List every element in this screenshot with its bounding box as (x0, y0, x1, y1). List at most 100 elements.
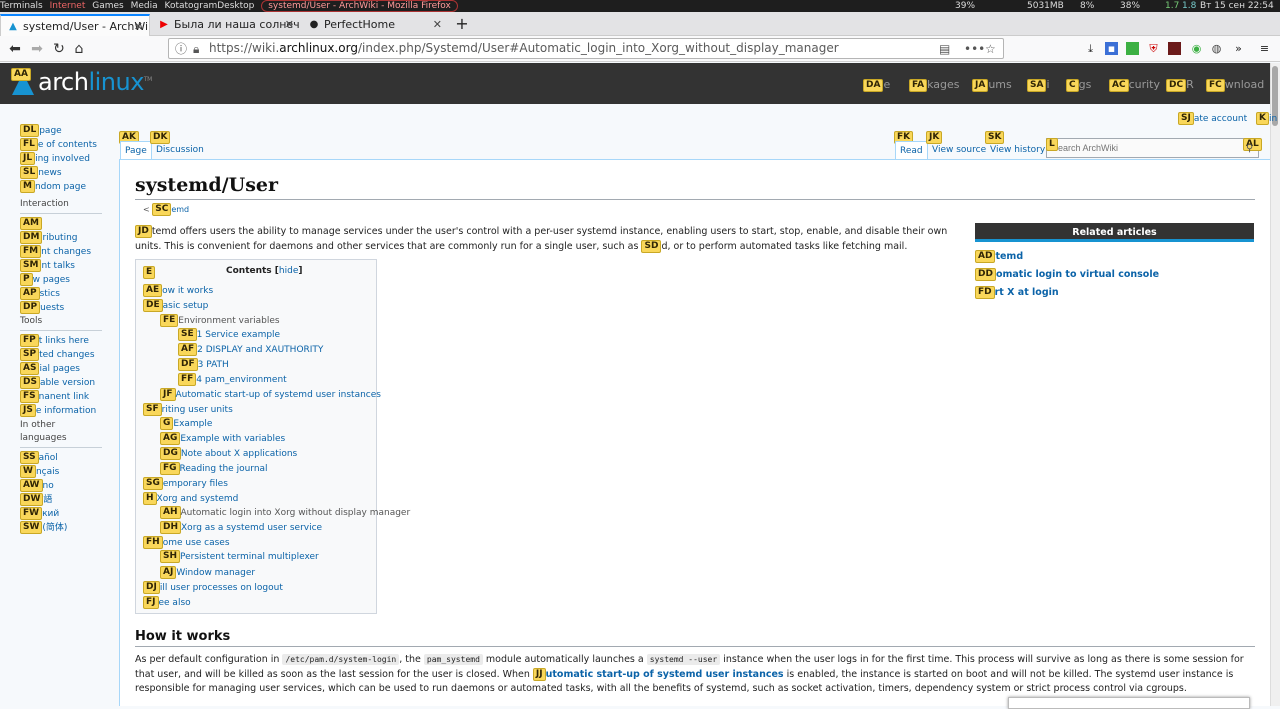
sidebar-item-statistics[interactable]: AP stics (20, 287, 102, 301)
overflow-chevron-icon[interactable]: » (1232, 42, 1245, 55)
toc-item[interactable]: AE ow it works (143, 284, 213, 297)
sidebar-item-requests[interactable]: DP uests (20, 301, 102, 315)
sidebar-item-help[interactable]: AM (20, 217, 102, 231)
toc-item[interactable]: H Xorg and systemd (143, 492, 238, 505)
sidebar-item-printable-version[interactable]: DS able version (20, 376, 102, 390)
related-item-startx[interactable]: FD rt X at login (975, 286, 1254, 299)
sidebar-item-random-page[interactable]: Mndom page (20, 180, 97, 194)
toc-item[interactable]: FE Environment variables (160, 314, 280, 327)
reader-view-icon[interactable]: ▤ (939, 40, 950, 58)
extension-green-icon[interactable] (1126, 42, 1139, 55)
search-input[interactable] (1046, 138, 1259, 158)
browser-tab-perfecthome[interactable]: ● PerfectHome ✕ (302, 14, 448, 36)
toc-item[interactable]: AH Automatic login into Xorg without disp… (160, 506, 410, 519)
sidebar-item-permanent-link[interactable]: FS nanent link (20, 390, 102, 404)
sidebar-item-contributing[interactable]: DM ributing (20, 231, 102, 245)
sidebar-item-special-pages[interactable]: AS ial pages (20, 362, 102, 376)
toc-item[interactable]: AJ Window manager (160, 566, 255, 579)
back-icon[interactable]: ⬅ (6, 40, 24, 58)
sidebar-item-what-links-here[interactable]: FP t links here (20, 334, 102, 348)
close-icon[interactable]: ✕ (285, 14, 294, 36)
close-icon[interactable]: ✕ (433, 14, 442, 36)
nav-home[interactable]: DA e (863, 78, 890, 92)
sidebar-item-lang-fr[interactable]: Wnçais (20, 465, 102, 479)
toc-item[interactable]: SH Persistent terminal multiplexer (160, 550, 319, 563)
close-icon[interactable]: ✕ (134, 16, 143, 36)
create-account-link[interactable]: SJ ate account (1178, 112, 1247, 125)
taskbar-item-games[interactable]: Games (92, 1, 123, 11)
toc-item[interactable]: FF 4 pam_environment (178, 373, 287, 386)
extension-circle-icon[interactable]: ◉ (1190, 42, 1203, 55)
autostart-link[interactable]: utomatic start-up of systemd user instan… (546, 669, 784, 680)
taskbar-item-kotatogram[interactable]: KotatogramDesktop (165, 1, 255, 11)
toc-item[interactable]: JF Automatic start-up of systemd user ins… (160, 388, 381, 401)
sidebar-item-getting-involved[interactable]: JL ing involved (20, 152, 97, 166)
nav-security[interactable]: AC curity (1109, 78, 1160, 92)
reload-icon[interactable]: ↻ (50, 40, 68, 58)
popup-panel[interactable] (1008, 697, 1250, 709)
sidebar-item-related-changes[interactable]: SP ted changes (20, 348, 102, 362)
new-tab-button[interactable]: + (452, 14, 472, 34)
sidebar-item-lang-es[interactable]: SS añol (20, 451, 102, 465)
toc-item[interactable]: FJ ee also (143, 596, 191, 609)
taskbar-item-media[interactable]: Media (131, 1, 158, 11)
sidebar-item-lang-it[interactable]: AW no (20, 479, 102, 493)
extension-icon[interactable]: ▪ (1105, 42, 1118, 55)
url-bar[interactable]: ⓘ 🔒︎ https://wiki.archlinux.org/index.ph… (168, 38, 1004, 59)
tab-page[interactable]: Page (120, 141, 152, 160)
nav-download[interactable]: FC wnload (1206, 78, 1264, 92)
extension-round-icon[interactable]: ◍ (1210, 42, 1223, 55)
sidebar-item-news[interactable]: SL news (20, 166, 97, 180)
home-icon[interactable]: ⌂ (70, 40, 88, 58)
nav-forums[interactable]: JA ums (972, 78, 1012, 92)
related-item-systemd[interactable]: AD temd (975, 250, 1254, 263)
tab-view-source[interactable]: View source (928, 141, 990, 159)
page-actions-icon[interactable]: ••• (964, 40, 985, 58)
search-icon[interactable]: ⚲ (1246, 143, 1253, 154)
toc-item[interactable]: FH ome use cases (143, 536, 230, 549)
login-link[interactable]: Kin (1256, 112, 1277, 125)
toc-item[interactable]: DJ ill user processes on logout (143, 581, 283, 594)
toc-item[interactable]: DH Xorg as a systemd user service (160, 521, 322, 534)
extension-dark-icon[interactable] (1168, 42, 1181, 55)
tab-view-history[interactable]: View history (986, 141, 1049, 159)
tab-read[interactable]: Read (895, 141, 928, 160)
toc-item[interactable]: SF riting user units (143, 403, 233, 416)
toc-item[interactable]: DE asic setup (143, 299, 208, 312)
toc-item[interactable]: SG emporary files (143, 477, 228, 490)
breadcrumb-link[interactable]: emd (171, 205, 189, 214)
sidebar-item-recent-talks[interactable]: SM nt talks (20, 259, 102, 273)
menu-icon[interactable]: ≡ (1258, 42, 1271, 55)
downloads-icon[interactable]: ⤓ (1084, 42, 1097, 55)
taskbar-item-terminals[interactable]: Terminals (0, 1, 43, 11)
sidebar-item-lang-ja[interactable]: DW 語 (20, 493, 102, 507)
toc-item[interactable]: AF 2 DISPLAY and XAUTHORITY (178, 343, 323, 356)
nav-bugs[interactable]: Cgs (1066, 78, 1091, 92)
sidebar-item-lang-ru[interactable]: FW кий (20, 507, 102, 521)
ublock-icon[interactable]: ⛨ (1147, 42, 1160, 55)
sidebar-item-recent-changes[interactable]: FM nt changes (20, 245, 102, 259)
bookmark-star-icon[interactable]: ☆ (985, 40, 996, 58)
site-logo[interactable]: archlinuxTM (38, 68, 152, 96)
toc-item[interactable]: FG Reading the journal (160, 462, 268, 475)
taskbar-item-internet[interactable]: Internet (50, 1, 86, 11)
nav-packages[interactable]: FA kages (909, 78, 960, 92)
active-window-title[interactable]: systemd/User - ArchWiki - Mozilla Firefo… (261, 0, 458, 12)
tab-discussion[interactable]: Discussion (152, 141, 208, 159)
info-icon[interactable]: ⓘ (175, 40, 187, 58)
related-item-autologin[interactable]: DD omatic login to virtual console (975, 268, 1254, 281)
sidebar-item-lang-zh[interactable]: SW (简体) (20, 521, 102, 535)
nav-aur[interactable]: DC R (1166, 78, 1194, 92)
toc-hide-link[interactable]: hide (279, 266, 298, 276)
sidebar-item-main-page[interactable]: DL page (20, 124, 97, 138)
browser-tab-archwiki[interactable]: ▲ systemd/User - ArchWiki ✕ (0, 14, 150, 36)
forward-icon[interactable]: ➡ (28, 40, 46, 58)
nav-wiki[interactable]: SA i (1027, 78, 1050, 92)
sidebar-item-table-of-contents[interactable]: FL e of contents (20, 138, 97, 152)
toc-item[interactable]: SE 1 Service example (178, 328, 280, 341)
toc-item[interactable]: DF 3 PATH (178, 358, 229, 371)
browser-tab-youtube[interactable]: ▶ Была ли наша солнечная ✕ (152, 14, 300, 36)
page-scrollbar[interactable] (1270, 63, 1280, 706)
toc-item[interactable]: AG Example with variables (160, 432, 285, 445)
sidebar-item-page-information[interactable]: JS e information (20, 404, 102, 418)
